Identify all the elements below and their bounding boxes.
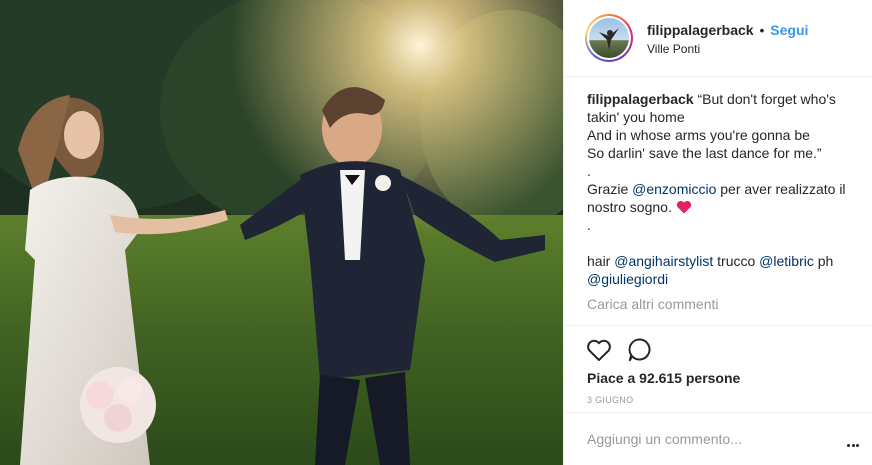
mention-angihairstylist[interactable]: @angihairstylist (614, 253, 713, 269)
avatar-image (589, 18, 629, 58)
caption-thanks-prefix: Grazie (587, 181, 633, 197)
header-username[interactable]: filippalagerback (647, 22, 754, 38)
instagram-post: filippalagerback • Segui Ville Ponti fil… (0, 0, 872, 465)
mention-enzomiccio[interactable]: @enzomiccio (632, 181, 716, 197)
red-heart-icon (676, 200, 691, 214)
post-photo[interactable] (0, 0, 563, 465)
dot (847, 444, 850, 447)
header-separator: • (759, 22, 765, 38)
caption-dot: . (587, 163, 591, 179)
post-header: filippalagerback • Segui Ville Ponti (564, 0, 872, 77)
header-user-line: filippalagerback • Segui (647, 22, 808, 38)
load-more-comments-link[interactable]: Carica altri commenti (587, 296, 718, 312)
avatar[interactable] (585, 14, 633, 62)
credits-hair-label: hair (587, 253, 615, 269)
caption-quote-line-3: So darlin' save the last dance for me.” (587, 145, 822, 161)
post-side-panel: filippalagerback • Segui Ville Ponti fil… (563, 0, 872, 465)
heart-outline-icon[interactable] (585, 336, 613, 364)
credits-makeup-label: trucco (713, 253, 760, 269)
likes-count[interactable]: Piace a 92.615 persone (587, 370, 740, 386)
dot (851, 444, 855, 447)
comment-input[interactable] (587, 431, 817, 447)
speech-bubble-icon[interactable] (626, 336, 654, 364)
location-link[interactable]: Ville Ponti (647, 42, 700, 56)
caption-credits: hair @angihairstylist trucco @letibric p… (587, 252, 857, 288)
post-date[interactable]: 3 GIUGNO (587, 395, 633, 405)
caption-quote-line-2: And in whose arms you're gonna be (587, 127, 810, 143)
more-options-icon[interactable] (847, 434, 863, 447)
credits-ph-label: ph (813, 253, 834, 269)
avatar-picture (599, 28, 619, 50)
post-actions: Piace a 92.615 persone 3 GIUGNO (564, 325, 872, 412)
follow-button[interactable]: Segui (770, 22, 808, 38)
caption-username[interactable]: filippalagerback (587, 91, 694, 107)
wedding-photo-image (0, 0, 563, 465)
avatar-border (587, 16, 631, 60)
dot (856, 444, 859, 447)
caption-thanks: Grazie @enzomiccio per aver realizzato i… (587, 180, 857, 216)
mention-giuliegiordi[interactable]: @giuliegiordi (587, 271, 668, 287)
caption-first-line: filippalagerback “But don't forget who's… (587, 90, 857, 126)
caption-dot: . (587, 217, 591, 233)
mention-letibric[interactable]: @letibric (759, 253, 814, 269)
add-comment-bar (564, 412, 872, 465)
post-caption: filippalagerback “But don't forget who's… (587, 90, 857, 288)
